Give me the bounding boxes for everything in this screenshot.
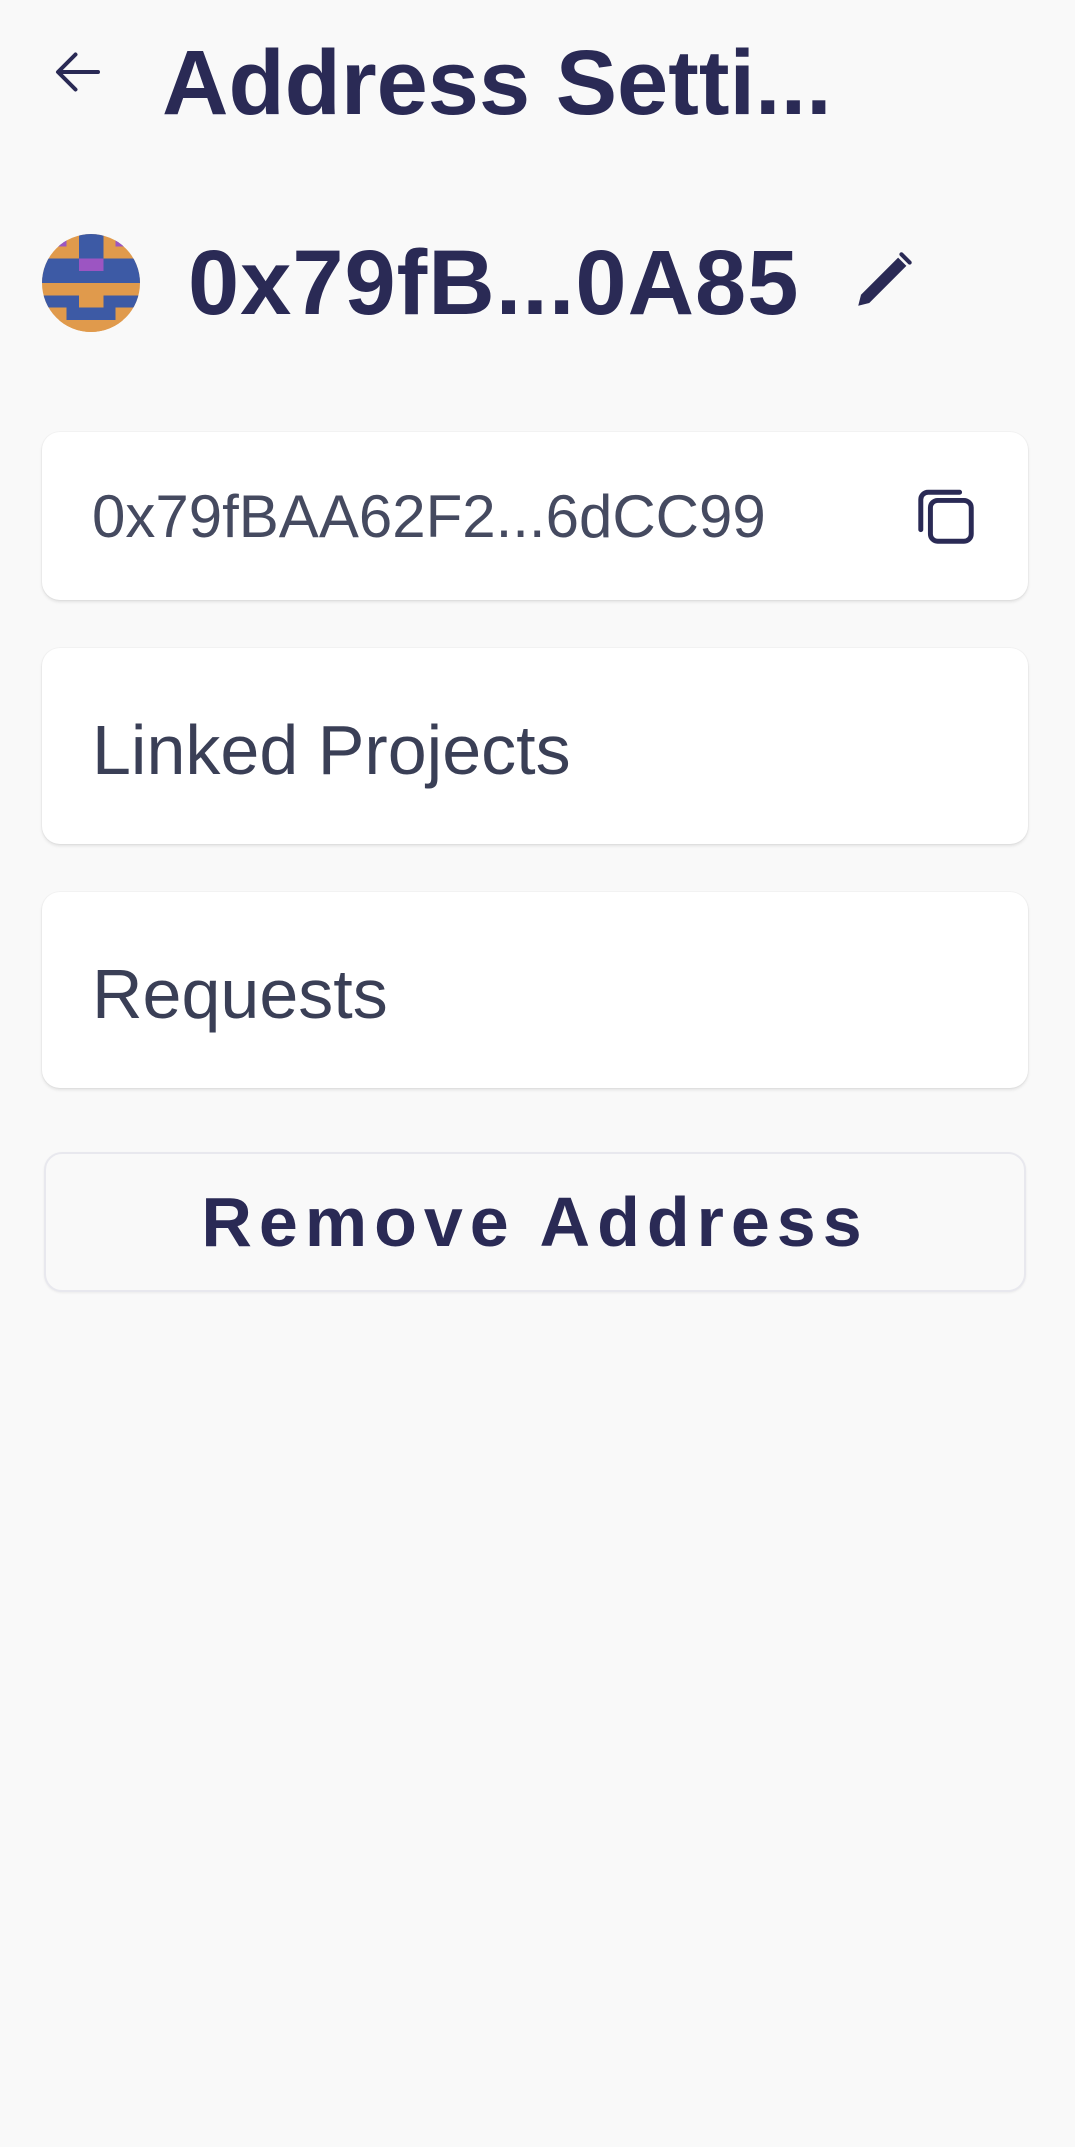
copy-icon (918, 489, 974, 544)
copy-address-button[interactable] (906, 476, 984, 554)
address-identity: 0x79fB...0A85 (0, 220, 1075, 350)
full-address: 0x79fBAA62F2...6dCC99 (92, 483, 766, 550)
page-title: Address Setti... (162, 32, 832, 134)
full-address-card: 0x79fBAA62F2...6dCC99 (42, 432, 1028, 600)
pencil-icon (858, 252, 912, 306)
avatar (42, 234, 140, 332)
linked-projects-label: Linked Projects (92, 711, 571, 789)
remove-address-label: Remove Address (201, 1183, 869, 1261)
remove-address-button[interactable]: Remove Address (44, 1152, 1026, 1292)
requests-label: Requests (92, 955, 388, 1033)
short-address: 0x79fB...0A85 (188, 232, 800, 334)
back-button[interactable] (46, 40, 110, 104)
edit-name-button[interactable] (846, 244, 920, 318)
requests-item[interactable]: Requests (42, 892, 1028, 1088)
arrow-left-icon (56, 52, 100, 92)
pixel-avatar-icon (42, 234, 140, 332)
header: Address Setti... (0, 0, 1075, 165)
linked-projects-item[interactable]: Linked Projects (42, 648, 1028, 844)
address-settings-screen: Address Setti... 0x79fB...0A85 0x79fBAA6… (0, 0, 1075, 2147)
